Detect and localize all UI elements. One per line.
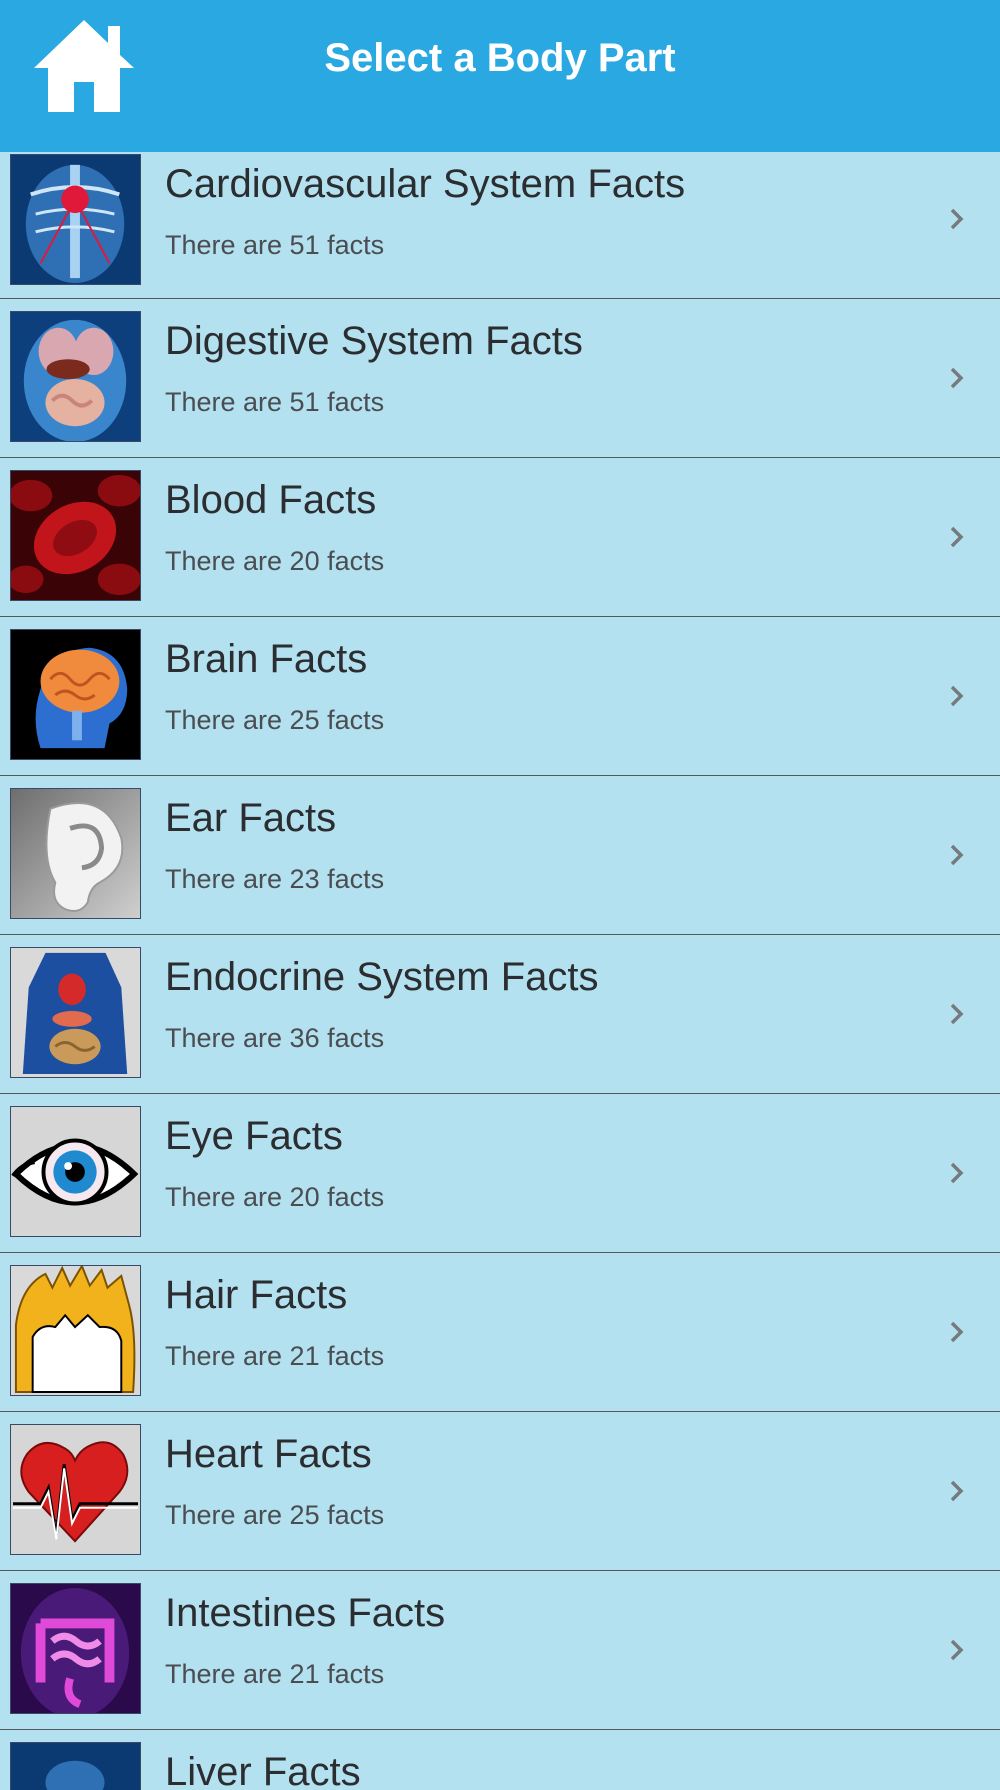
chevron-right-icon [950,1321,964,1343]
chevron-right-icon [950,208,964,230]
item-subtitle: There are 23 facts [165,864,385,894]
nav-bar: Select a Body Part [0,0,1000,152]
list-item-eye[interactable]: Eye Facts There are 20 facts [0,1094,1000,1253]
item-subtitle: There are 21 facts [165,1341,385,1371]
list-item-brain[interactable]: Brain Facts There are 25 facts [0,617,1000,776]
list-item-digestive[interactable]: Digestive System Facts There are 51 fact… [0,299,1000,458]
item-subtitle: There are 20 facts [165,1182,385,1212]
chevron-right-icon [950,1639,964,1661]
item-title: Blood Facts [165,478,377,522]
item-title: Brain Facts [165,637,368,681]
item-title: Hair Facts [165,1273,348,1317]
list-item-blood[interactable]: Blood Facts There are 20 facts [0,458,1000,617]
item-subtitle: There are 51 facts [165,230,385,260]
digestive-icon [10,311,141,442]
list-item-heart[interactable]: Heart Facts There are 25 facts [0,1412,1000,1571]
intestines-icon [10,1583,141,1714]
item-subtitle: There are 25 facts [165,705,385,735]
liver-icon [10,1742,141,1790]
chevron-right-icon [950,367,964,389]
item-subtitle: There are 25 facts [165,1500,385,1530]
chevron-right-icon [950,685,964,707]
item-subtitle: There are 21 facts [165,1659,385,1689]
chevron-right-icon [950,1480,964,1502]
list-item-endocrine[interactable]: Endocrine System Facts There are 36 fact… [0,935,1000,1094]
chevron-right-icon [950,1162,964,1184]
item-title: Endocrine System Facts [165,955,599,999]
item-title: Cardiovascular System Facts [165,162,686,206]
chevron-right-icon [950,526,964,548]
item-subtitle: There are 36 facts [165,1023,385,1053]
chevron-right-icon [950,1003,964,1025]
body-part-list[interactable]: Cardiovascular System Facts There are 51… [0,152,1000,1790]
hair-icon [10,1265,141,1396]
item-title: Digestive System Facts [165,319,583,363]
item-title: Heart Facts [165,1432,372,1476]
chevron-right-icon [950,844,964,866]
eye-icon [10,1106,141,1237]
cardiovascular-icon [10,154,141,285]
blood-icon [10,470,141,601]
list-item-hair[interactable]: Hair Facts There are 21 facts [0,1253,1000,1412]
endocrine-icon [10,947,141,1078]
item-title: Eye Facts [165,1114,343,1158]
item-title: Intestines Facts [165,1591,446,1635]
brain-icon [10,629,141,760]
item-title: Liver Facts [165,1750,361,1790]
ear-icon [10,788,141,919]
heart-icon [10,1424,141,1555]
item-title: Ear Facts [165,796,337,840]
list-item-intestines[interactable]: Intestines Facts There are 21 facts [0,1571,1000,1730]
page-title: Select a Body Part [324,36,676,80]
list-item-ear[interactable]: Ear Facts There are 23 facts [0,776,1000,935]
list-item-cardiovascular[interactable]: Cardiovascular System Facts There are 51… [0,152,1000,299]
list-item-liver[interactable]: Liver Facts [0,1730,1000,1790]
item-subtitle: There are 51 facts [165,387,385,417]
item-subtitle: There are 20 facts [165,546,385,576]
